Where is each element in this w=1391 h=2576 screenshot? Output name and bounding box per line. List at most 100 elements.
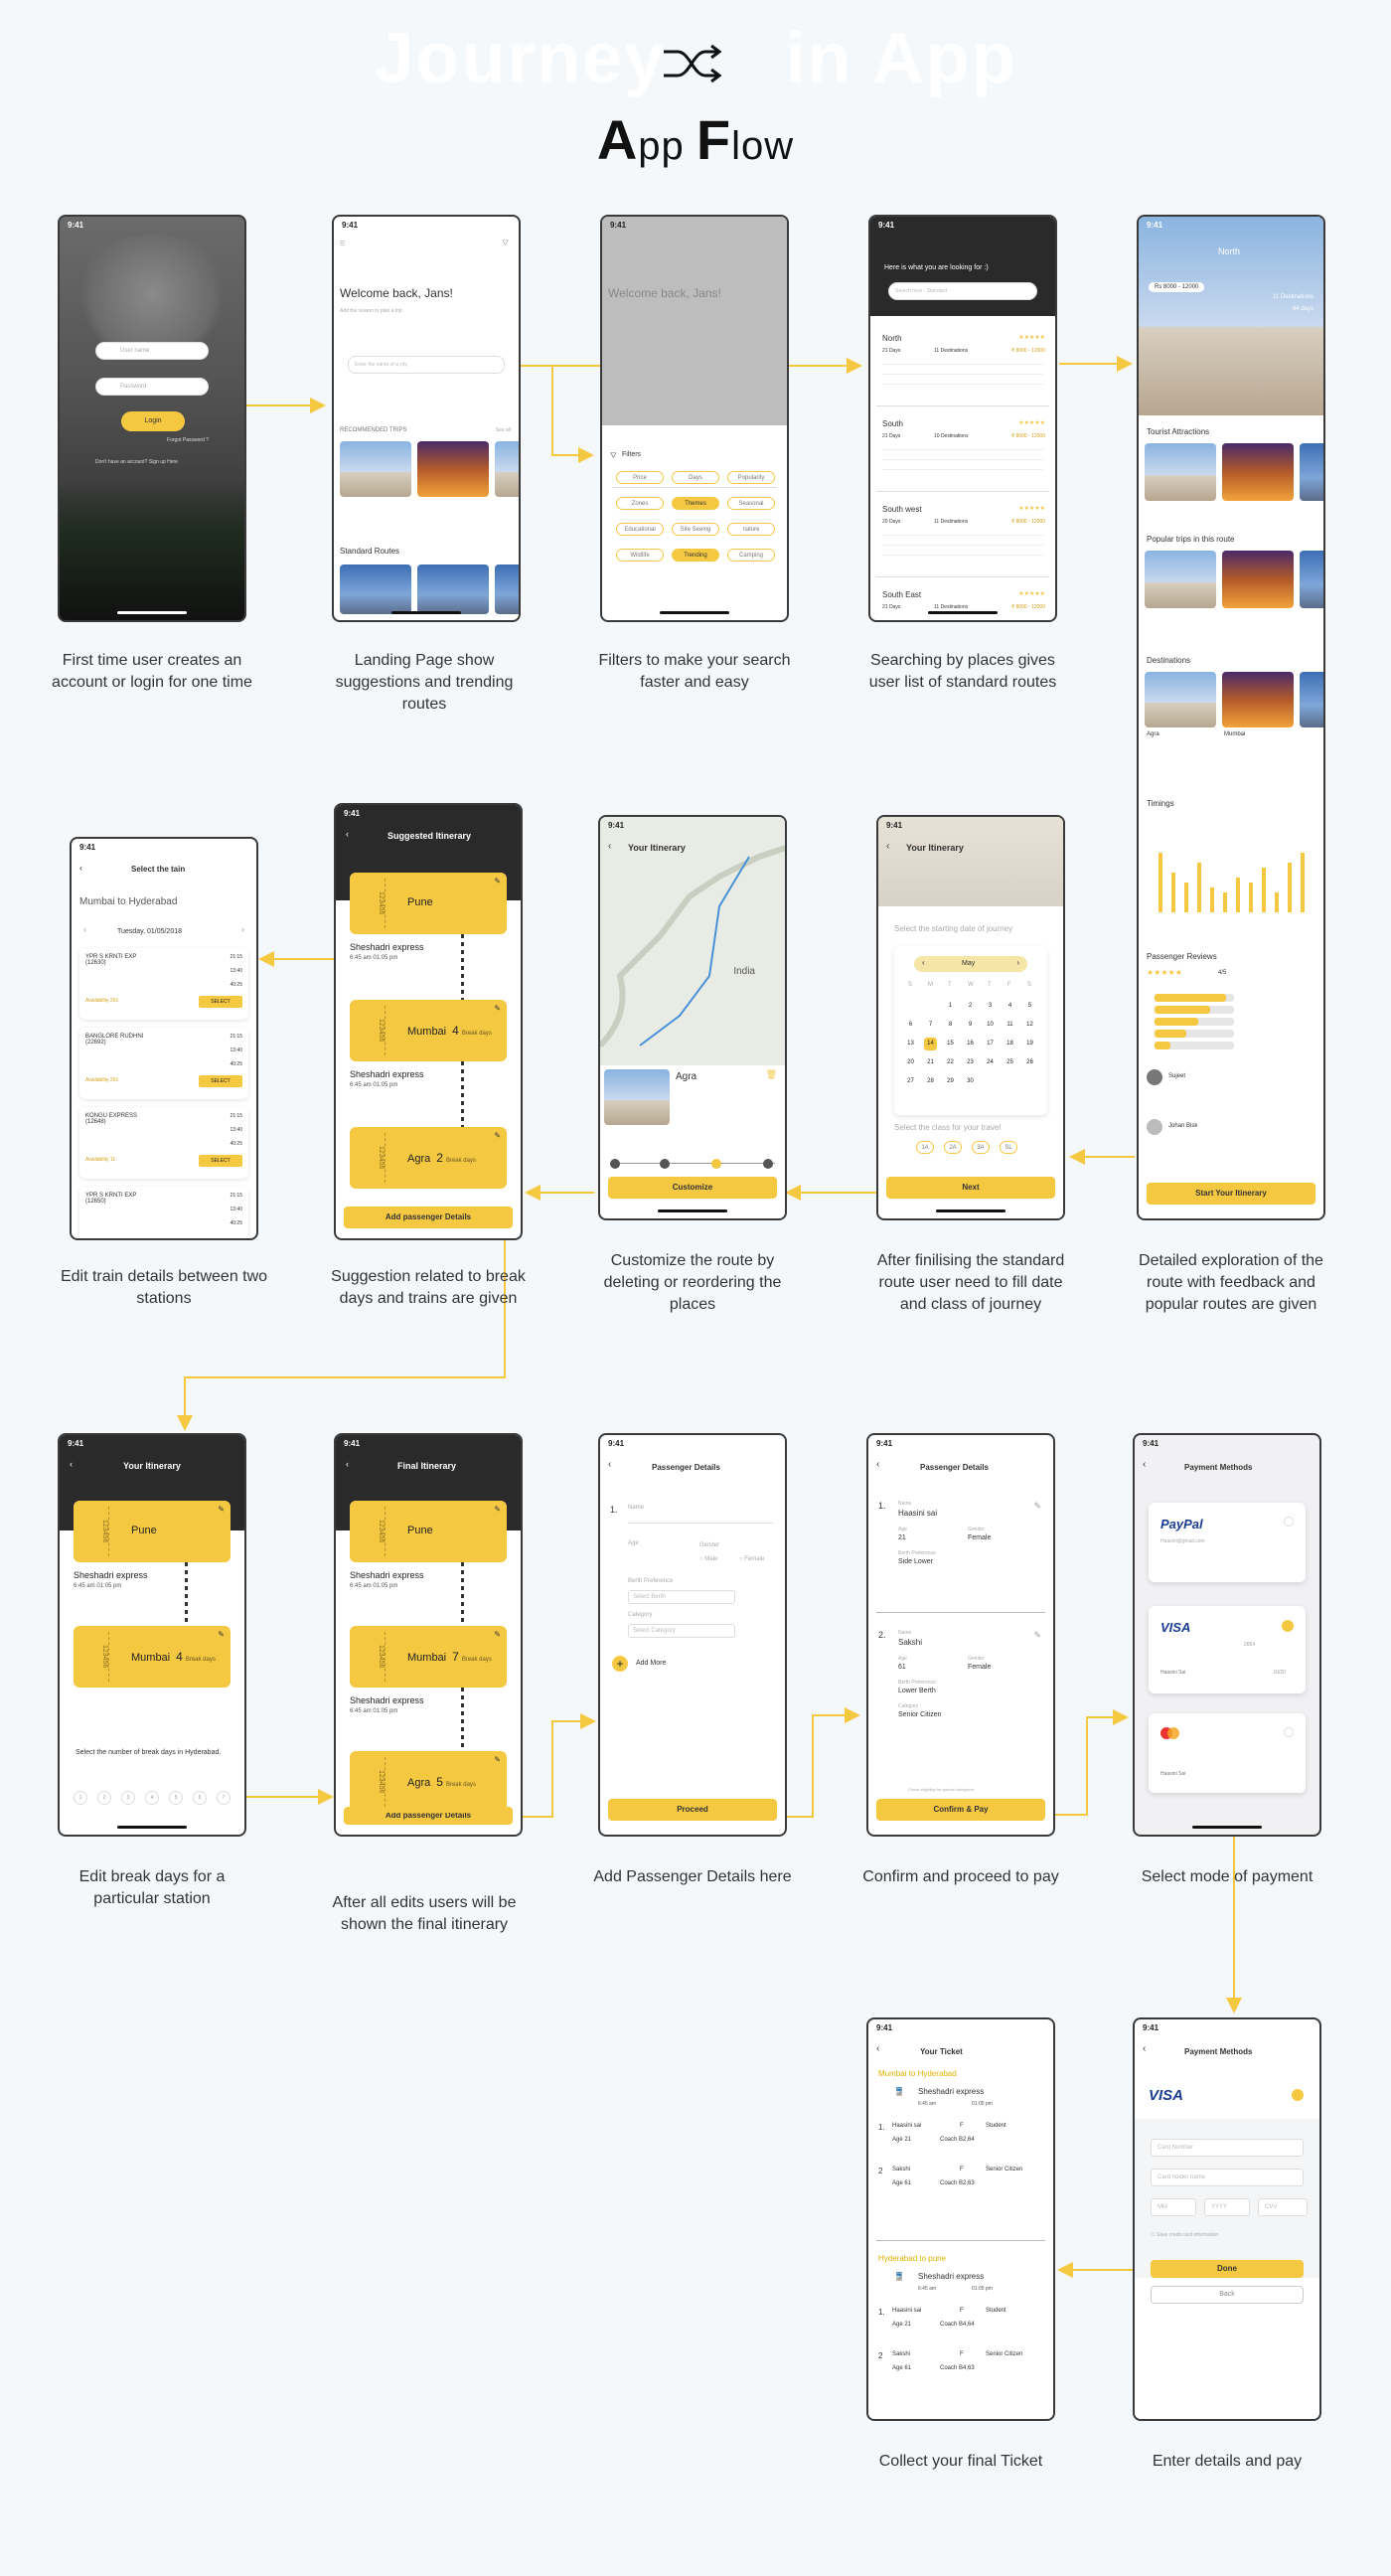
train-card[interactable]: YPR S KRNTI EXP (12650) 21:15 13:40 40:25 [79, 1187, 248, 1238]
popular-thumb-1[interactable] [1145, 551, 1216, 608]
forgot-password-link[interactable]: Forgot Password ? [167, 437, 209, 443]
destination-thumb-agra[interactable] [1145, 672, 1216, 727]
break-day-option[interactable]: 7 [217, 1791, 231, 1805]
signup-link[interactable]: Don't have an account? Sign up Here [95, 459, 178, 465]
back-icon[interactable]: ‹ [608, 1459, 611, 1470]
edit-icon[interactable]: ✎ [218, 1505, 225, 1514]
region-name[interactable]: South East [882, 590, 921, 599]
destination-thumb-mumbai[interactable] [1222, 672, 1294, 727]
back-icon[interactable]: ‹ [1143, 1459, 1146, 1470]
calendar-day[interactable]: 13 [904, 1038, 917, 1050]
menu-icon[interactable]: ☰ [340, 241, 345, 247]
filter-chip[interactable]: Camping [727, 549, 775, 562]
date-picker[interactable]: Tuesday, 01/05/2018 [117, 928, 182, 935]
train-card[interactable]: BANGLORE RUDHNI (22692) 21:15 13:40 40:25 Av… [79, 1028, 248, 1099]
route-thumb-2[interactable] [417, 564, 489, 614]
calendar-day[interactable]: 21 [924, 1056, 937, 1069]
edit-icon[interactable]: ✎ [1033, 1630, 1041, 1641]
password-input[interactable]: Password [95, 378, 209, 396]
edit-icon[interactable]: ✎ [494, 1630, 501, 1639]
back-icon[interactable]: ‹ [608, 841, 611, 852]
calendar-day[interactable]: 15 [944, 1038, 957, 1050]
trip-thumb-temple[interactable] [417, 441, 489, 497]
edit-icon[interactable]: ✎ [494, 1004, 501, 1013]
timeline-dot[interactable] [660, 1159, 670, 1169]
stop-ticket[interactable]: 123456 Mumbai 4 Break days ✎ [74, 1626, 231, 1688]
trip-thumb-taj-2[interactable] [495, 441, 519, 497]
calendar-day[interactable]: 19 [1023, 1038, 1036, 1050]
search-input[interactable]: Search here - Standard [888, 282, 1037, 300]
exp-year-input[interactable]: YYYY [1204, 2198, 1250, 2216]
edit-icon[interactable]: ✎ [218, 1630, 225, 1639]
back-icon[interactable]: ‹ [876, 1459, 879, 1470]
region-name[interactable]: South west [882, 505, 922, 514]
stop-ticket[interactable]: 123456 Pune ✎ [350, 873, 507, 934]
paypal-card[interactable]: PayPal Haasini@gmail.com [1149, 1503, 1306, 1582]
calendar-day[interactable]: 10 [984, 1019, 997, 1032]
calendar-day[interactable]: 16 [964, 1038, 977, 1050]
back-icon[interactable]: ‹ [346, 829, 349, 839]
break-day-option[interactable]: 4 [145, 1791, 159, 1805]
stop-ticket[interactable]: 123456 Mumbai 7 Break days ✎ [350, 1626, 507, 1688]
filter-chip[interactable]: Popularity [727, 471, 775, 484]
filter-chip[interactable]: Price [616, 471, 664, 484]
break-day-option[interactable]: 6 [193, 1791, 207, 1805]
region-name[interactable]: North [882, 334, 902, 343]
back-icon[interactable]: ‹ [79, 863, 82, 873]
calendar-day[interactable]: 11 [1004, 1019, 1016, 1032]
train-card[interactable]: KONGU EXPRESS (12648) 21:15 13:40 40:25 Avai… [79, 1107, 248, 1179]
select-train-button[interactable]: SELECT [199, 996, 242, 1008]
edit-icon[interactable]: ✎ [494, 1505, 501, 1514]
filter-chip[interactable]: Zones [616, 497, 664, 510]
calendar-day[interactable]: 4 [1004, 1000, 1016, 1013]
confirm-pay-button[interactable]: Confirm & Pay [876, 1799, 1045, 1821]
calendar-day[interactable]: 1 [944, 1000, 957, 1013]
berth-select[interactable]: Select Berth [628, 1590, 735, 1604]
calendar-day[interactable]: 24 [984, 1056, 997, 1069]
back-icon[interactable]: ‹ [70, 1459, 73, 1469]
filter-icon[interactable]: ⛛ [502, 239, 509, 248]
add-more-icon[interactable]: + [612, 1656, 628, 1672]
exp-month-input[interactable]: MM [1151, 2198, 1196, 2216]
mastercard-card[interactable]: Haasini Sai [1149, 1713, 1306, 1793]
add-passenger-button[interactable]: Add passenger Details [344, 1207, 513, 1228]
calendar-day[interactable]: 2 [964, 1000, 977, 1013]
visa-card[interactable]: VISA 2654 Haasini Sai 10/20 [1149, 1606, 1306, 1693]
break-day-option[interactable]: 2 [97, 1791, 111, 1805]
stop-ticket[interactable]: 123456 Pune ✎ [350, 1501, 507, 1562]
back-icon[interactable]: ‹ [346, 1459, 349, 1469]
filter-chip[interactable]: Trending [672, 549, 719, 562]
login-button[interactable]: Login [121, 411, 185, 431]
paypal-radio[interactable] [1284, 1517, 1294, 1527]
calendar-day[interactable]: 7 [924, 1019, 937, 1032]
done-button[interactable]: Done [1151, 2260, 1304, 2278]
prev-date-icon[interactable]: ‹ [83, 924, 86, 934]
visa-radio-selected[interactable] [1282, 1620, 1294, 1632]
filter-chip[interactable]: Themes [672, 497, 719, 510]
trip-thumb-taj[interactable] [340, 441, 411, 497]
save-card-checkbox[interactable]: ☐ Save credit card information [1151, 2232, 1218, 2238]
filter-chip[interactable]: Days [672, 471, 719, 484]
calendar-day[interactable]: 26 [1023, 1056, 1036, 1069]
calendar-day-selected[interactable]: 14 [924, 1038, 937, 1050]
start-itinerary-button[interactable]: Start Your Itinerary [1147, 1183, 1315, 1205]
category-select[interactable]: Select Category [628, 1624, 735, 1638]
edit-icon[interactable]: ✎ [494, 1131, 501, 1140]
calendar-day[interactable]: 25 [1004, 1056, 1016, 1069]
calendar-day[interactable]: 28 [924, 1075, 937, 1088]
destination-thumb-delhi[interactable] [1300, 672, 1323, 727]
region-name[interactable]: South [882, 419, 903, 428]
break-day-option[interactable]: 3 [121, 1791, 135, 1805]
stop-ticket[interactable]: 123456 Mumbai 4 Break days ✎ [350, 1000, 507, 1061]
calendar-day[interactable]: 30 [964, 1075, 977, 1088]
filter-chip[interactable]: Wildlife [616, 549, 664, 562]
calendar-day[interactable]: 17 [984, 1038, 997, 1050]
visa-radio-selected[interactable] [1292, 2089, 1304, 2101]
timeline-dot[interactable] [763, 1159, 773, 1169]
place-card[interactable]: Agra 🗑 [600, 1065, 785, 1135]
class-option[interactable]: SL [1000, 1141, 1017, 1154]
prev-month-icon[interactable]: ‹ [922, 958, 925, 967]
class-option[interactable]: 3A [972, 1141, 990, 1154]
calendar-day[interactable]: 8 [944, 1019, 957, 1032]
class-option[interactable]: 1A [916, 1141, 934, 1154]
